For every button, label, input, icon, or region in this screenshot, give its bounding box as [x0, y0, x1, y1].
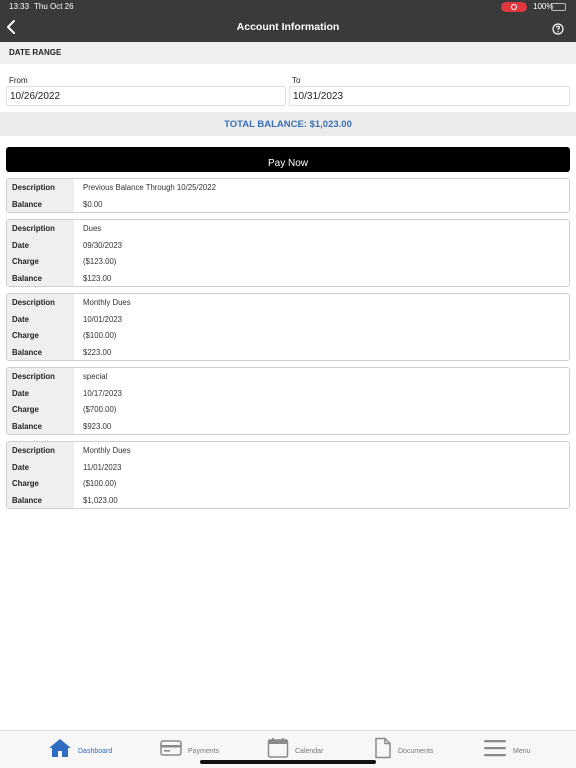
battery-icon — [551, 3, 566, 11]
to-date-field[interactable]: 10/31/2023 — [289, 86, 570, 106]
pay-now-button[interactable]: Pay Now — [6, 147, 570, 172]
row-value: Monthly Dues — [83, 298, 131, 307]
row-value: $923.00 — [83, 421, 112, 431]
page-title: Account Information — [236, 21, 340, 33]
row-value: ($700.00) — [83, 405, 117, 414]
transaction-card: Description Monthly Dues Date 11/01/2023 Cha… — [6, 441, 570, 509]
row-key: Date — [7, 236, 74, 253]
top-bar: 13:33 Thu Oct 26 100% Account Informatio… — [0, 0, 576, 42]
screen-recording-icon — [501, 2, 527, 12]
row-key: Balance — [7, 417, 74, 434]
status-time: 13:33 — [9, 2, 30, 11]
row-value: 10/01/2023 — [83, 314, 123, 324]
tab-payments-label: Payments — [188, 747, 220, 755]
transaction-row: Charge ($700.00) — [7, 401, 569, 418]
transaction-row: Balance $1,023.00 — [7, 491, 569, 508]
transaction-row: Description special — [7, 368, 569, 385]
credit-card-icon — [160, 740, 182, 756]
transaction-card: Description Dues Date 09/30/2023 Charge ($123… — [6, 219, 570, 287]
transaction-row: Date 09/30/2023 — [7, 236, 569, 253]
row-value: $223.00 — [83, 347, 112, 357]
calendar-icon — [267, 738, 289, 758]
tab-calendar-label: Calendar — [295, 747, 324, 755]
row-key: Balance — [7, 195, 74, 212]
tab-calendar[interactable]: Calendar — [267, 735, 323, 761]
row-key: Charge — [7, 401, 74, 418]
row-key: Description — [7, 220, 74, 237]
row-key: Balance — [7, 269, 74, 286]
row-key: Date — [7, 384, 74, 401]
tab-documents-label: Documents — [398, 747, 434, 755]
row-value: Dues — [83, 224, 102, 233]
date-range-label: DATE RANGE — [0, 42, 576, 64]
row-value: 11/01/2023 — [83, 462, 122, 472]
transaction-row: Description Monthly Dues — [7, 294, 569, 311]
transaction-card: Description special Date 10/17/2023 Charge ($… — [6, 367, 570, 435]
transaction-row: Description Monthly Dues — [7, 442, 569, 459]
home-icon — [49, 739, 71, 757]
tab-menu[interactable]: Menu — [483, 735, 531, 761]
row-key: Charge — [7, 475, 74, 492]
row-key: Date — [7, 310, 74, 327]
transaction-row: Balance $123.00 — [7, 269, 569, 286]
tab-payments[interactable]: Payments — [160, 735, 219, 761]
transaction-card: Description Previous Balance Through 10/2… — [6, 178, 570, 213]
menu-icon — [484, 740, 506, 757]
transaction-row: Date 10/01/2023 — [7, 310, 569, 327]
row-value: $0.00 — [83, 199, 103, 209]
transaction-card: Description Monthly Dues Date 10/01/2023 Cha… — [6, 293, 570, 361]
home-indicator — [200, 760, 376, 764]
status-bar: 13:33 Thu Oct 26 100% — [0, 0, 576, 14]
tab-dashboard[interactable]: Dashboard — [48, 735, 112, 761]
row-value: Previous Balance Through 10/25/2022 — [83, 183, 216, 192]
transaction-row: Charge ($123.00) — [7, 253, 569, 270]
row-key: Date — [7, 458, 74, 475]
row-key: Charge — [7, 253, 74, 270]
row-value: 09/30/2023 — [83, 240, 123, 250]
row-value: special — [83, 372, 108, 381]
row-key: Charge — [7, 327, 74, 344]
document-icon — [375, 737, 391, 759]
row-key: Description — [7, 368, 74, 385]
from-date-field[interactable]: 10/26/2022 — [6, 86, 286, 106]
transaction-list: Description Previous Balance Through 10/2… — [6, 178, 570, 515]
status-day: Thu Oct 26 — [34, 2, 74, 11]
to-label: To — [292, 76, 301, 85]
from-label: From — [9, 76, 28, 85]
row-value: Monthly Dues — [83, 446, 131, 455]
transaction-row: Balance $0.00 — [7, 195, 569, 212]
row-key: Description — [7, 179, 74, 196]
tab-dashboard-label: Dashboard — [78, 747, 113, 755]
transaction-row: Description Dues — [7, 220, 569, 237]
row-value: $1,023.00 — [83, 495, 118, 505]
row-value: $123.00 — [83, 273, 112, 283]
transaction-row: Date 11/01/2023 — [7, 458, 569, 475]
transaction-row: Charge ($100.00) — [7, 327, 569, 344]
row-key: Description — [7, 294, 74, 311]
transaction-row: Balance $923.00 — [7, 417, 569, 434]
transaction-row: Charge ($100.00) — [7, 475, 569, 492]
total-balance: TOTAL BALANCE: $1,023.00 — [0, 112, 576, 136]
transaction-row: Balance $223.00 — [7, 343, 569, 360]
row-key: Description — [7, 442, 74, 459]
transaction-row: Date 10/17/2023 — [7, 384, 569, 401]
row-value: ($123.00) — [83, 257, 117, 266]
row-value: ($100.00) — [83, 479, 117, 488]
row-value: 10/17/2023 — [83, 388, 123, 398]
transaction-row: Description Previous Balance Through 10/2… — [7, 179, 569, 196]
tab-documents[interactable]: Documents — [374, 735, 433, 761]
help-icon[interactable] — [552, 22, 564, 35]
row-key: Balance — [7, 343, 74, 360]
row-value: ($100.00) — [83, 331, 117, 340]
row-key: Balance — [7, 491, 74, 508]
tab-menu-label: Menu — [513, 747, 531, 755]
